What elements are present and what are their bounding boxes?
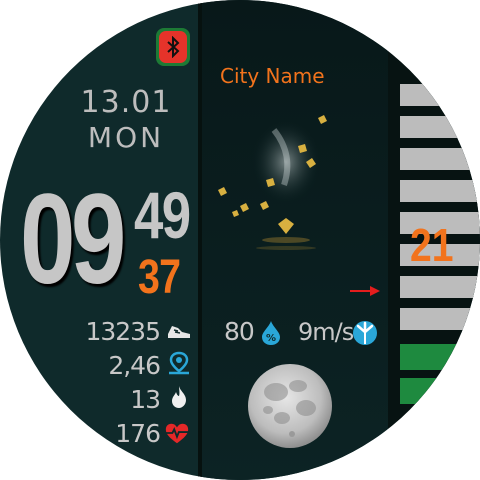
level-indicator-arrow (350, 286, 380, 296)
scale-bar (400, 116, 480, 138)
heart-rate-icon (165, 423, 189, 444)
hour-text: 09 (20, 168, 126, 311)
svg-text:%: % (266, 333, 276, 344)
scale-bar-active (400, 344, 480, 370)
full-moon-icon (248, 364, 332, 448)
scale-bar (400, 148, 480, 170)
bluetooth-badge (156, 28, 190, 66)
scale-bar (400, 84, 480, 106)
heart-rate-value: 176 (115, 419, 161, 448)
calories-value: 13 (130, 385, 161, 414)
location-pin-icon (169, 351, 189, 375)
watch-face: 13.01 MON 09 49 37 13235 2,46 13 176 Cit… (0, 0, 480, 480)
bluetooth-icon (167, 36, 180, 58)
second-text: 37 (138, 251, 181, 304)
shoe-icon (168, 326, 190, 338)
steps-value: 13235 (85, 317, 161, 346)
scale-bar (400, 308, 480, 330)
scale-bar (400, 180, 480, 202)
city-name: City Name (220, 64, 325, 88)
wind-turbine-icon (353, 321, 377, 345)
humidity-value: 80 (224, 317, 255, 346)
temperature-value: 21 (410, 219, 454, 271)
weekday-text: MON (87, 121, 165, 154)
flame-icon (172, 386, 186, 408)
distance-value: 2,46 (108, 351, 161, 380)
date-text: 13.01 (80, 85, 172, 120)
leaves-wind-icon (218, 115, 327, 250)
humidity-icon: % (262, 321, 280, 345)
wind-value: 9m/s (298, 318, 354, 346)
scale-bar-active (400, 378, 480, 404)
scale-bar (400, 276, 480, 298)
minute-text: 49 (134, 178, 191, 252)
